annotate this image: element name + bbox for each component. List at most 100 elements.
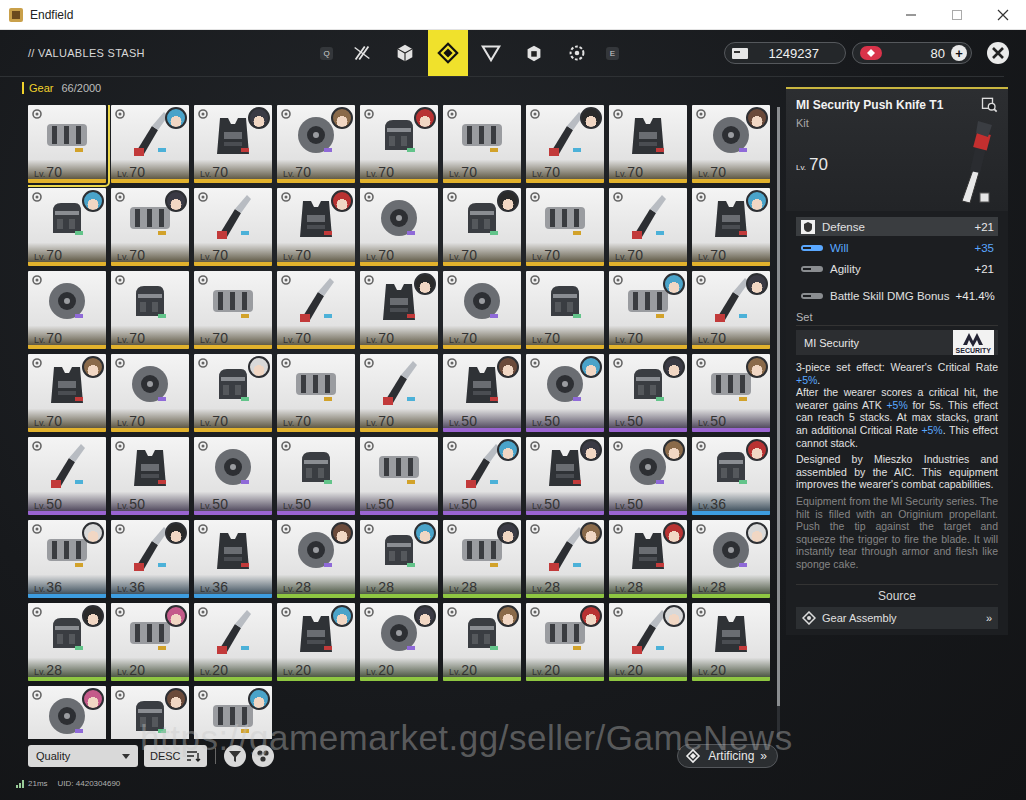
gear-item[interactable]: Lv.70 — [360, 105, 438, 183]
category-tab[interactable] — [557, 30, 597, 76]
gear-item[interactable]: Lv.36 — [28, 520, 106, 598]
gear-item[interactable]: Lv.70 — [526, 271, 604, 349]
gear-item[interactable]: Lv.70 — [111, 105, 189, 183]
gear-item[interactable]: Lv.50 — [443, 437, 521, 515]
gear-item[interactable]: Lv.70 — [111, 188, 189, 266]
gear-item[interactable]: Lv.70 — [526, 188, 604, 266]
category-tab[interactable] — [514, 30, 554, 76]
equipped-slot — [331, 190, 353, 212]
order-button[interactable]: DESC — [144, 745, 207, 767]
gear-item[interactable]: Lv.70 — [28, 271, 106, 349]
gear-item[interactable]: Lv.28 — [443, 520, 521, 598]
gear-item[interactable]: Lv.70 — [692, 105, 770, 183]
gear-item[interactable]: Lv.70 — [277, 105, 355, 183]
category-tab[interactable] — [385, 30, 425, 76]
gear-item[interactable]: Lv.50 — [277, 437, 355, 515]
gear-item[interactable]: Lv.20 — [443, 603, 521, 681]
gear-item[interactable]: Lv.20 — [692, 603, 770, 681]
gear-item[interactable]: Lv.70 — [277, 271, 355, 349]
gear-item[interactable]: Lv.28 — [609, 520, 687, 598]
gear-type-icon — [446, 523, 458, 535]
gear-item[interactable]: Lv.28 — [692, 520, 770, 598]
gear-item[interactable]: Lv.70 — [111, 271, 189, 349]
gear-item[interactable] — [111, 686, 189, 739]
gear-item[interactable]: Lv.28 — [526, 520, 604, 598]
gear-type-icon — [280, 606, 292, 618]
quality-bar — [277, 262, 355, 266]
quality-bar — [526, 262, 604, 266]
quality-bar — [111, 345, 189, 349]
category-tab[interactable] — [428, 30, 468, 76]
gear-item[interactable]: Lv.70 — [194, 188, 272, 266]
gear-item[interactable]: Lv.20 — [360, 603, 438, 681]
gear-item[interactable] — [194, 686, 272, 739]
close-button[interactable] — [980, 0, 1026, 29]
detail-panel: MI Security Push Knife T1KitLv.70Defense… — [786, 87, 1008, 635]
gear-item[interactable]: Lv.70 — [277, 354, 355, 432]
gear-item[interactable]: Lv.50 — [609, 354, 687, 432]
gear-item[interactable]: Lv.70 — [609, 271, 687, 349]
gear-item[interactable]: Lv.70 — [443, 105, 521, 183]
gear-item[interactable]: Lv.50 — [443, 354, 521, 432]
gear-item[interactable]: Lv.50 — [360, 437, 438, 515]
gear-item[interactable]: Lv.50 — [526, 437, 604, 515]
gear-item-icon — [124, 276, 176, 326]
maximize-button[interactable] — [934, 0, 980, 29]
gear-item[interactable]: Lv.70 — [28, 354, 106, 432]
gear-item[interactable]: Lv.70 — [194, 354, 272, 432]
gear-item[interactable]: Lv.70 — [443, 271, 521, 349]
gear-item[interactable]: Lv.70 — [111, 354, 189, 432]
minimize-button[interactable] — [888, 0, 934, 29]
gear-item[interactable]: Lv.36 — [194, 520, 272, 598]
gear-item[interactable]: Lv.70 — [194, 105, 272, 183]
gear-item[interactable]: Lv.70 — [28, 105, 106, 183]
gear-item[interactable]: Lv.20 — [277, 603, 355, 681]
gear-item-icon — [41, 442, 93, 492]
gear-item[interactable]: Lv.28 — [28, 603, 106, 681]
gear-item[interactable]: Lv.20 — [609, 603, 687, 681]
scroll-thumb[interactable] — [777, 107, 780, 706]
gear-item[interactable]: Lv.36 — [692, 437, 770, 515]
category-tab[interactable] — [471, 30, 511, 76]
gear-item[interactable]: Lv.50 — [692, 354, 770, 432]
source-button[interactable]: Gear Assembly» — [796, 607, 998, 629]
add-button[interactable]: + — [951, 45, 967, 61]
gear-item[interactable]: Lv.28 — [277, 520, 355, 598]
recycle-button[interactable] — [252, 745, 274, 767]
gear-item[interactable]: Lv.70 — [443, 188, 521, 266]
gear-item[interactable]: Lv.70 — [194, 271, 272, 349]
sort-dropdown[interactable]: Quality — [28, 745, 138, 767]
gear-item[interactable]: Lv.70 — [692, 271, 770, 349]
gear-item[interactable]: Lv.70 — [360, 188, 438, 266]
gear-item[interactable]: Lv.50 — [111, 437, 189, 515]
gear-item[interactable]: Lv.70 — [360, 354, 438, 432]
gear-item[interactable]: Lv.70 — [526, 105, 604, 183]
gear-type-icon — [529, 274, 541, 286]
inspect-button[interactable] — [980, 95, 1000, 115]
gear-item[interactable]: Lv.50 — [28, 437, 106, 515]
gear-item[interactable]: Lv.20 — [111, 603, 189, 681]
gear-item[interactable]: Lv.36 — [111, 520, 189, 598]
gear-item[interactable]: Lv.70 — [609, 188, 687, 266]
gear-item[interactable]: Lv.70 — [277, 188, 355, 266]
quality-bar — [28, 262, 106, 266]
gear-item[interactable]: Lv.70 — [360, 271, 438, 349]
gear-item[interactable]: Lv.20 — [194, 603, 272, 681]
gear-item[interactable]: Lv.50 — [526, 354, 604, 432]
gear-item[interactable]: Lv.70 — [609, 105, 687, 183]
gear-item[interactable] — [28, 686, 106, 739]
gear-item[interactable]: Lv.50 — [609, 437, 687, 515]
level-prefix: Lv. — [283, 584, 294, 594]
category-tab[interactable] — [342, 30, 382, 76]
gear-item[interactable]: Lv.70 — [28, 188, 106, 266]
gear-type-icon — [363, 606, 375, 618]
filter-button[interactable] — [224, 745, 246, 767]
set-effect: After the wearer scores a critical hit, … — [796, 386, 998, 449]
gear-item[interactable]: Lv.20 — [526, 603, 604, 681]
close-stash-button[interactable] — [986, 41, 1010, 65]
artificing-button[interactable]: Artificing» — [677, 744, 778, 768]
gear-item[interactable]: Lv.50 — [194, 437, 272, 515]
gear-item[interactable]: Lv.28 — [360, 520, 438, 598]
gear-item[interactable]: Lv.70 — [692, 188, 770, 266]
quality-bar — [526, 428, 604, 432]
